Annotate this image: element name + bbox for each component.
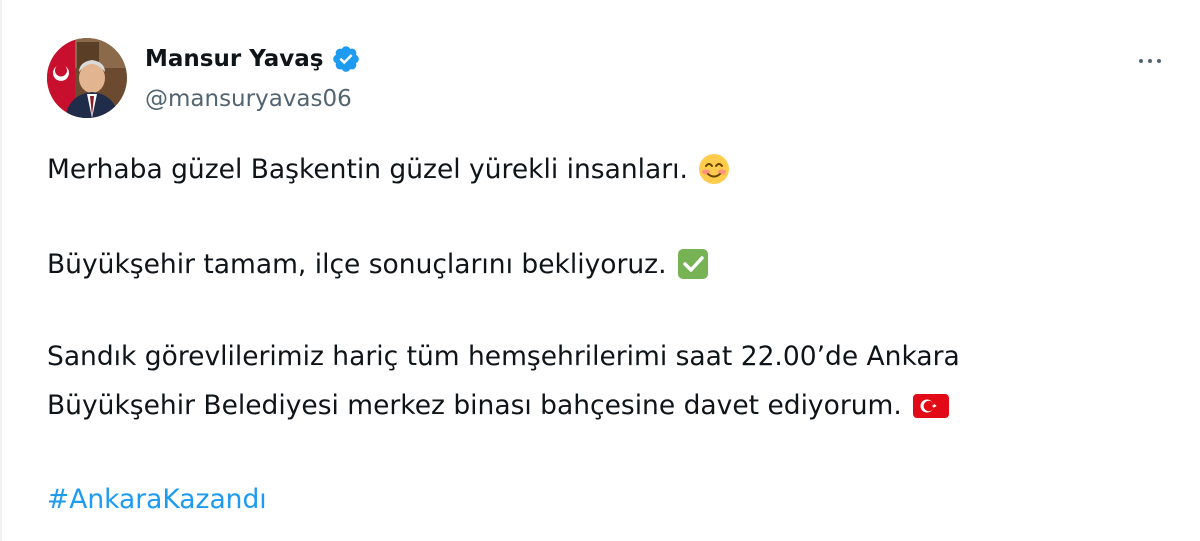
tweet-text-line: Büyükşehir tamam, ilçe sonuçlarını bekli… bbox=[47, 248, 709, 280]
tweet-left-border bbox=[0, 0, 2, 541]
avatar[interactable] bbox=[47, 38, 127, 118]
verified-badge-icon bbox=[331, 44, 361, 74]
author-handle[interactable]: @mansuryavas06 bbox=[145, 86, 352, 112]
turkey-flag-icon bbox=[912, 389, 949, 421]
tweet-text: Merhaba güzel Başkentin güzel yürekli in… bbox=[47, 153, 688, 185]
more-dot bbox=[1139, 59, 1143, 63]
smiling-face-icon bbox=[698, 153, 730, 185]
more-dot bbox=[1157, 59, 1161, 63]
more-dot bbox=[1148, 59, 1152, 63]
tweet-text: Büyükşehir Belediyesi merkez binası bahç… bbox=[47, 389, 902, 421]
more-options-icon[interactable] bbox=[1130, 50, 1170, 72]
check-mark-button-icon bbox=[677, 248, 709, 280]
tweet-text: Sandık görevlilerimiz hariç tüm hemşehri… bbox=[47, 341, 960, 372]
avatar-photo bbox=[47, 38, 127, 118]
tweet-text: Büyükşehir tamam, ilçe sonuçlarını bekli… bbox=[47, 248, 667, 280]
tweet-text-line: Büyükşehir Belediyesi merkez binası bahç… bbox=[47, 389, 949, 421]
author-display-name[interactable]: Mansur Yavaş bbox=[145, 46, 323, 72]
tweet-text-line: Merhaba güzel Başkentin güzel yürekli in… bbox=[47, 153, 730, 185]
hashtag-link[interactable]: #AnkaraKazandı bbox=[47, 484, 267, 515]
tweet-text-line: Sandık görevlilerimiz hariç tüm hemşehri… bbox=[47, 341, 960, 372]
